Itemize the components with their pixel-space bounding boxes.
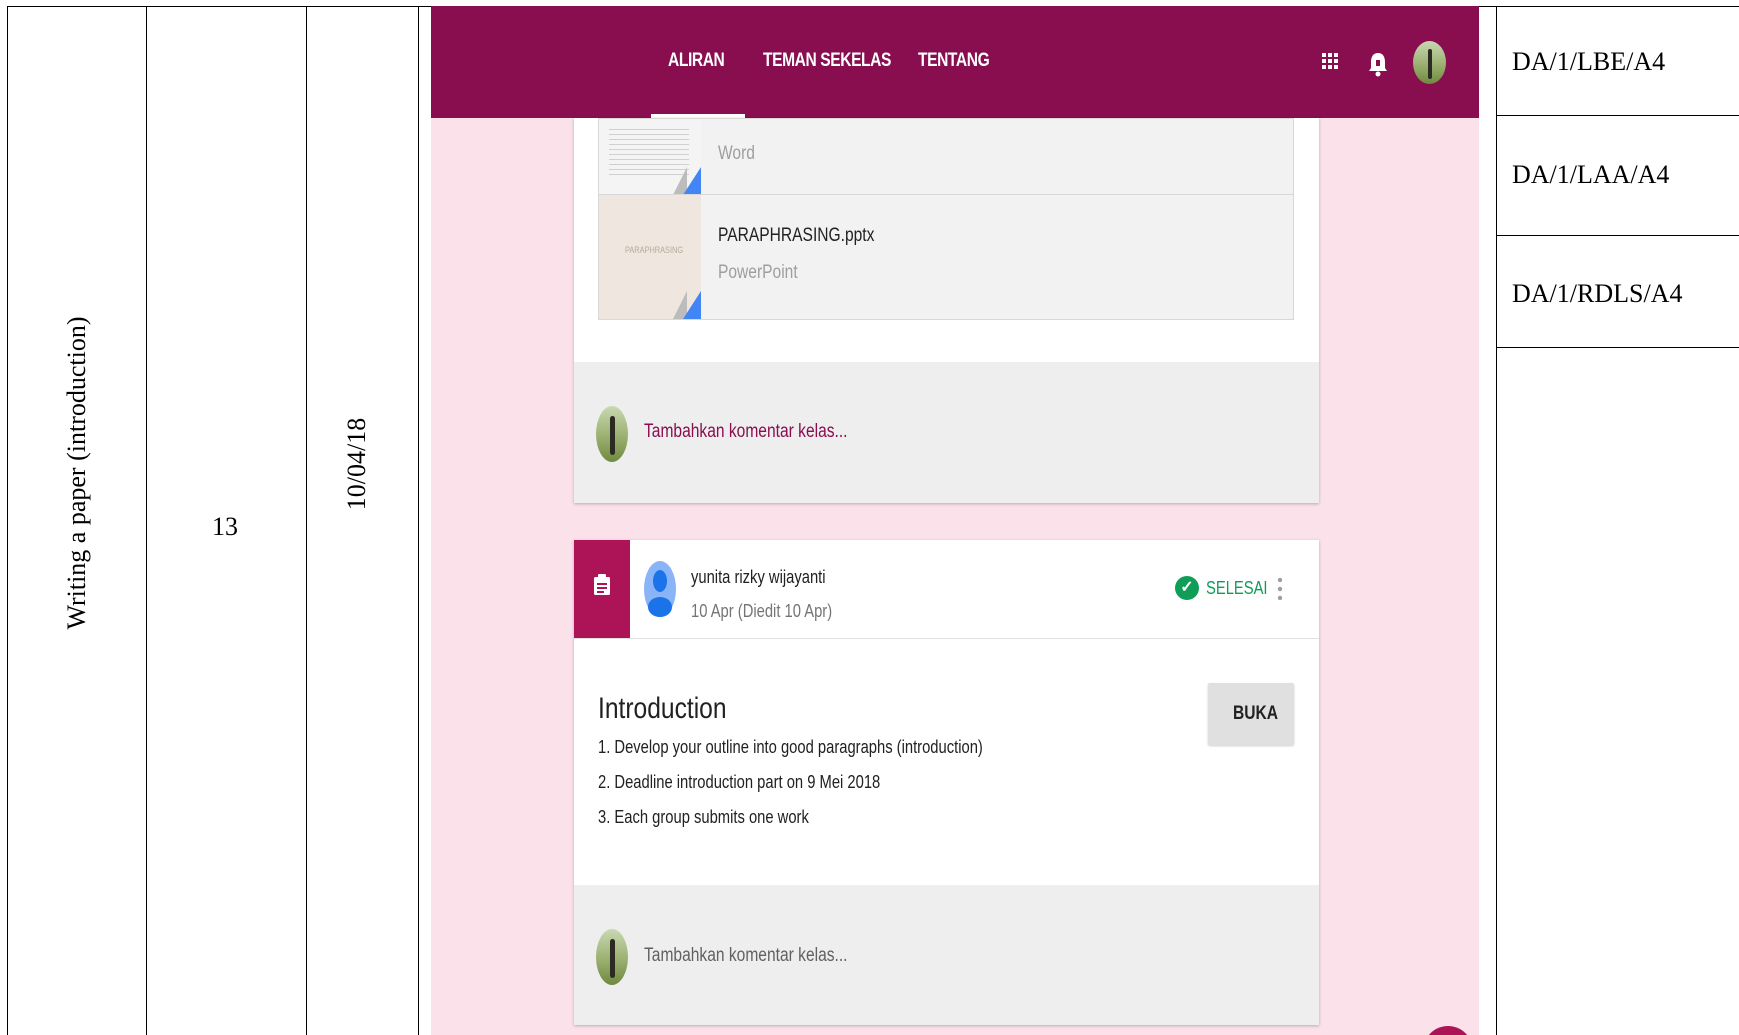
status-label: SELESAI bbox=[1206, 578, 1268, 598]
tab-aliran[interactable]: ALIRAN bbox=[668, 50, 725, 72]
topic-cell: Writing a paper (introduction) bbox=[62, 316, 91, 630]
date-cell: 10/04/18 bbox=[342, 417, 371, 511]
author-avatar-icon bbox=[644, 561, 676, 617]
attachment-word[interactable]: Word bbox=[598, 118, 1294, 196]
meeting-number: 13 bbox=[212, 512, 238, 541]
open-button-label: BUKA bbox=[1233, 703, 1279, 724]
classroom-screenshot: ALIRAN TEMAN SEKELAS TENTANG Word PARAPH… bbox=[431, 6, 1479, 1035]
open-button[interactable]: BUKA bbox=[1208, 683, 1294, 745]
table-divider bbox=[306, 6, 307, 1035]
post-author: yunita rizky wijayanti bbox=[691, 567, 826, 587]
attachment-name: PARAPHRASING.pptx bbox=[718, 225, 875, 246]
table-divider bbox=[1496, 6, 1497, 1035]
commenter-avatar bbox=[596, 929, 628, 985]
assignment-badge bbox=[574, 540, 630, 638]
table-border-left bbox=[7, 6, 8, 1035]
comment-area: Tambahkan komentar kelas... bbox=[574, 885, 1319, 1025]
attachment-thumbnail: PARAPHRASING bbox=[599, 195, 701, 319]
attachment-type: Word bbox=[718, 143, 755, 164]
code-lbe: DA/1/LBE/A4 bbox=[1512, 47, 1666, 76]
assignment-card: yunita rizky wijayanti 10 Apr (Diedit 10… bbox=[574, 540, 1319, 1025]
user-avatar[interactable] bbox=[1413, 41, 1446, 84]
document-table: Writing a paper (introduction) 13 10/04/… bbox=[7, 6, 1739, 1035]
post-card-previous: Word PARAPHRASING PARAPHRASING.pptx Powe… bbox=[574, 118, 1319, 503]
apps-grid-icon[interactable] bbox=[1322, 53, 1342, 75]
attachment-pptx[interactable]: PARAPHRASING PARAPHRASING.pptx PowerPoin… bbox=[598, 194, 1294, 320]
commenter-avatar bbox=[596, 406, 628, 462]
code-rdls: DA/1/RDLS/A4 bbox=[1512, 279, 1683, 308]
card-divider bbox=[574, 638, 1319, 639]
classroom-header: ALIRAN TEMAN SEKELAS TENTANG bbox=[431, 6, 1479, 118]
table-divider bbox=[146, 6, 147, 1035]
table-divider bbox=[418, 6, 419, 1035]
assignment-title: Introduction bbox=[598, 692, 727, 725]
assignment-item: 2. Deadline introduction part on 9 Mei 2… bbox=[598, 772, 881, 792]
notification-bell-icon[interactable] bbox=[1369, 51, 1387, 77]
done-check-icon: ✓ bbox=[1175, 576, 1199, 600]
code-row-divider bbox=[1496, 115, 1739, 116]
code-row-divider bbox=[1496, 347, 1739, 348]
assignment-item: 3. Each group submits one work bbox=[598, 807, 809, 827]
tab-tentang[interactable]: TENTANG bbox=[918, 50, 990, 72]
attachment-thumbnail bbox=[599, 119, 701, 195]
assignment-icon bbox=[594, 574, 610, 595]
file-type-corner bbox=[683, 167, 701, 195]
tab-teman-sekelas[interactable]: TEMAN SEKELAS bbox=[763, 50, 891, 72]
attachment-type: PowerPoint bbox=[718, 262, 798, 283]
file-type-corner bbox=[683, 291, 701, 319]
assignment-item: 1. Develop your outline into good paragr… bbox=[598, 737, 983, 757]
post-date: 10 Apr (Diedit 10 Apr) bbox=[691, 601, 833, 621]
add-comment-input[interactable]: Tambahkan komentar kelas... bbox=[644, 945, 848, 967]
add-comment-input[interactable]: Tambahkan komentar kelas... bbox=[644, 421, 848, 443]
floating-action-button[interactable] bbox=[1423, 1026, 1473, 1035]
code-row-divider bbox=[1496, 235, 1739, 236]
code-laa: DA/1/LAA/A4 bbox=[1512, 160, 1670, 189]
comment-area: Tambahkan komentar kelas... bbox=[574, 362, 1319, 503]
thumbnail-title: PARAPHRASING bbox=[625, 245, 684, 255]
more-options-icon[interactable] bbox=[1277, 577, 1283, 601]
